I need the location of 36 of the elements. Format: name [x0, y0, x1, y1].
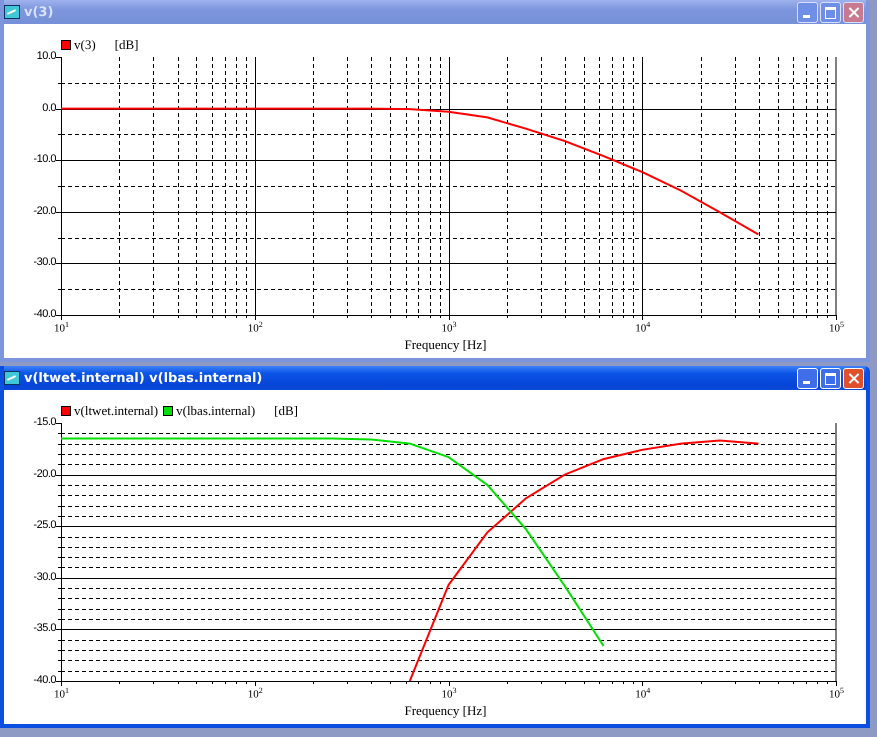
axis-tick-label: 10$^{1}$ — [54, 320, 69, 335]
legend-label: v(3) — [74, 37, 96, 53]
axis-tick-label: 10$^{5}$ — [829, 686, 844, 701]
axis-tick-label: 10$^{2}$ — [248, 686, 263, 701]
maximize-button[interactable] — [820, 2, 841, 22]
axis-tick-label: 10.0 — [36, 50, 56, 62]
axis-tick-label: -30.0 — [33, 256, 56, 268]
axis-tick-label: 10$^{4}$ — [635, 686, 650, 701]
axis-tick-label: 10$^{5}$ — [829, 320, 844, 335]
axis-tick-label: 10$^{3}$ — [442, 686, 456, 701]
axis-unit: [dB] — [274, 403, 298, 419]
axis-title: Frequency [Hz] — [404, 703, 486, 719]
minimize-button[interactable] — [797, 2, 818, 22]
close-button[interactable] — [843, 2, 864, 22]
axis-tick-label: 10$^{4}$ — [635, 320, 650, 335]
axis-tick-label: -20.0 — [33, 204, 56, 217]
axis-tick-label: 10$^{3}$ — [442, 320, 456, 335]
legend-label: v(lbas.internal) — [176, 403, 256, 419]
axis-tick-label: -25.0 — [33, 519, 56, 532]
window-title: v(ltwet.internal) v(lbas.internal) — [24, 370, 264, 386]
axis-unit: [dB] — [114, 37, 139, 53]
axis-tick-label: -40.0 — [33, 674, 56, 686]
axis-tick-label: -35.0 — [33, 622, 56, 634]
axis-title: Frequency [Hz] — [404, 337, 486, 353]
axis-tick-label: -10.0 — [33, 153, 56, 166]
window-title: v(3) — [24, 4, 54, 20]
axis-tick-label: 0.0 — [42, 102, 56, 114]
legend-label: v(ltwet.internal) — [74, 403, 158, 419]
axis-tick-label: -15.0 — [33, 416, 56, 428]
chart-icon — [4, 5, 20, 19]
axis-tick-label: 10$^{1}$ — [54, 686, 69, 701]
axis-tick-label: -40.0 — [33, 308, 56, 320]
axis-tick-label: -20.0 — [33, 468, 56, 480]
axis-tick-label: -30.0 — [33, 570, 56, 583]
chart-icon — [4, 371, 20, 385]
axis-tick-label: 10$^{2}$ — [248, 320, 263, 335]
